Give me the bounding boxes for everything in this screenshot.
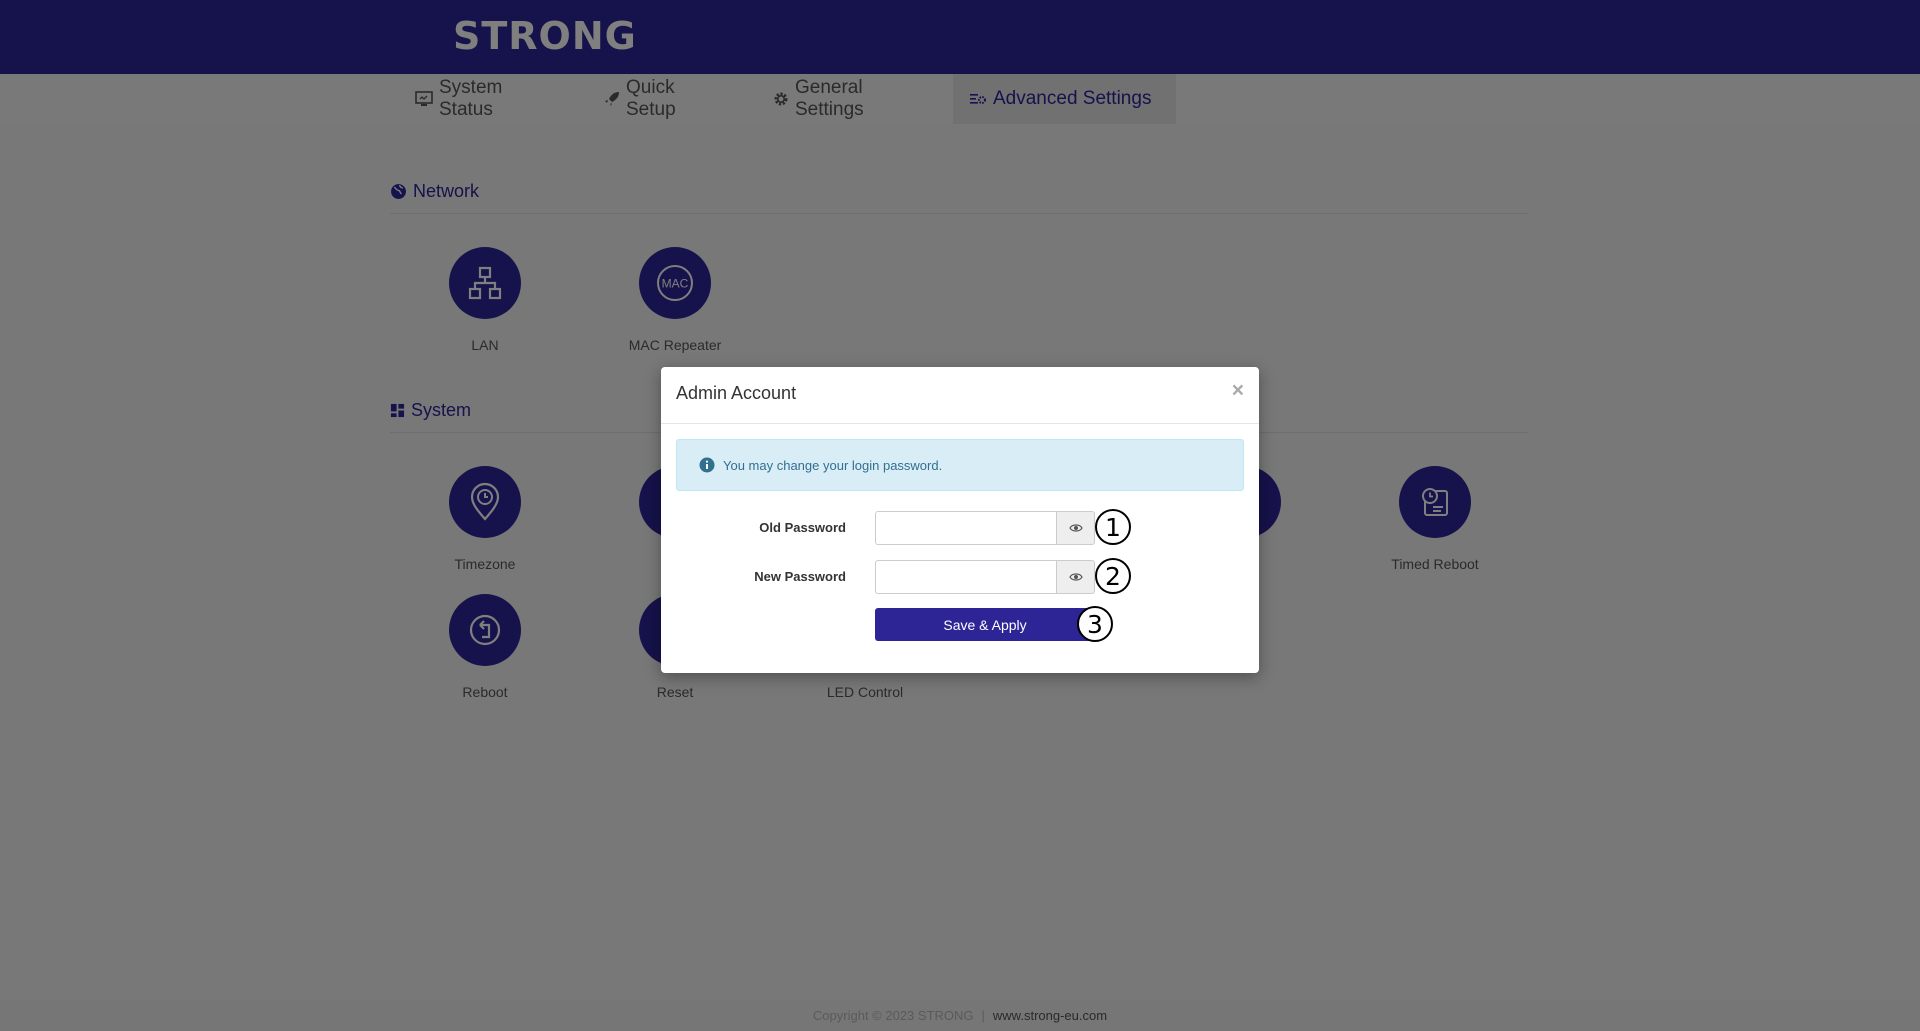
- old-password-label: Old Password: [759, 520, 846, 535]
- eye-icon: [1068, 573, 1083, 581]
- info-alert: You may change your login password.: [676, 439, 1244, 491]
- old-password-input[interactable]: [875, 511, 1056, 545]
- show-old-password-button[interactable]: [1056, 511, 1095, 545]
- new-password-label: New Password: [754, 569, 846, 584]
- info-icon: [699, 457, 715, 473]
- step-marker-2: 2: [1095, 558, 1131, 594]
- admin-account-modal: Admin Account × You may change your logi…: [661, 367, 1259, 673]
- close-button[interactable]: ×: [1232, 379, 1244, 403]
- alert-text: You may change your login password.: [723, 457, 943, 473]
- step-marker-3: 3: [1077, 606, 1113, 642]
- modal-header: Admin Account ×: [661, 367, 1259, 424]
- new-password-input[interactable]: [875, 560, 1056, 594]
- old-password-row: Old Password 1: [661, 509, 1259, 545]
- step-marker-1: 1: [1095, 509, 1131, 545]
- new-password-row: New Password 2: [661, 558, 1259, 594]
- show-new-password-button[interactable]: [1056, 560, 1095, 594]
- modal-title: Admin Account: [676, 383, 797, 403]
- eye-icon: [1068, 524, 1083, 532]
- save-apply-button[interactable]: Save & Apply: [875, 608, 1095, 641]
